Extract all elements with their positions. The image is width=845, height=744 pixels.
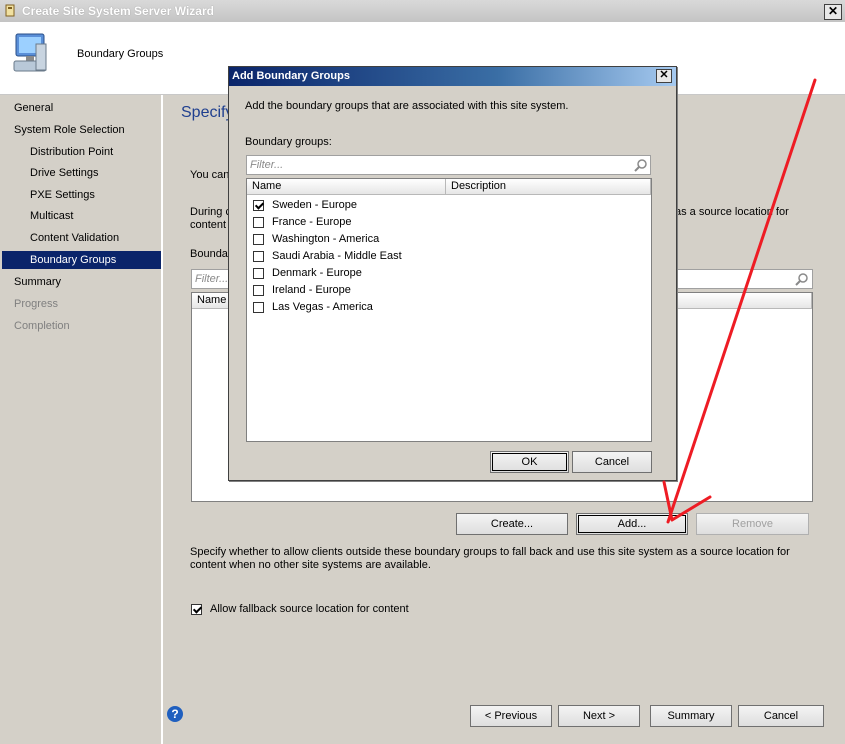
add-boundary-groups-dialog: Add Boundary Groups ✕ Add the boundary g… (228, 66, 677, 481)
list-item[interactable]: Saudi Arabia - Middle East (247, 248, 651, 265)
app-icon (4, 4, 16, 17)
allow-fallback-checkbox[interactable] (191, 604, 202, 615)
dialog-ok-button[interactable]: OK (490, 451, 569, 473)
row-name: Sweden - Europe (272, 199, 357, 211)
help-icon[interactable]: ? (167, 706, 183, 722)
list-item[interactable]: Las Vegas - America (247, 299, 651, 316)
add-button[interactable]: Add... (576, 513, 688, 535)
dialog-close-button[interactable]: ✕ (656, 69, 672, 83)
dialog-column-name[interactable]: Name (247, 179, 446, 195)
list-item[interactable]: Denmark - Europe (247, 265, 651, 282)
dialog-cancel-button[interactable]: Cancel (572, 451, 652, 473)
next-button[interactable]: Next > (558, 705, 640, 727)
dialog-search-icon (634, 158, 648, 172)
nav-item-summary[interactable]: Summary (14, 273, 61, 291)
dialog-filter-input[interactable]: Filter... (246, 155, 651, 175)
description-text-b: content (190, 219, 227, 231)
wizard-nav: General System Role Selection Distributi… (0, 95, 163, 744)
row-name: Saudi Arabia - Middle East (272, 250, 402, 262)
title-bar: Create Site System Server Wizard ✕ (0, 0, 845, 23)
row-checkbox[interactable] (253, 302, 264, 313)
create-button[interactable]: Create... (456, 513, 568, 535)
nav-item-drive-settings[interactable]: Drive Settings (30, 164, 98, 182)
nav-item-pxe-settings[interactable]: PXE Settings (30, 186, 95, 204)
row-name: Washington - America (272, 233, 380, 245)
nav-item-content-validation[interactable]: Content Validation (30, 229, 119, 247)
previous-button[interactable]: < Previous (470, 705, 552, 727)
row-name: Denmark - Europe (272, 267, 362, 279)
nav-item-multicast[interactable]: Multicast (30, 207, 73, 225)
nav-item-distribution-point[interactable]: Distribution Point (30, 143, 113, 161)
window-title: Create Site System Server Wizard (22, 4, 214, 18)
allow-fallback-label[interactable]: Allow fallback source location for conte… (210, 603, 409, 615)
search-icon (795, 272, 809, 286)
window-close-button[interactable]: ✕ (824, 4, 842, 20)
fallback-description: Specify whether to allow clients outside… (190, 546, 790, 571)
dialog-description: Add the boundary groups that are associa… (245, 100, 569, 112)
remove-button: Remove (696, 513, 809, 535)
intro-text: You can (190, 169, 230, 181)
header-page-label: Boundary Groups (77, 48, 164, 60)
dialog-column-description[interactable]: Description (446, 179, 651, 195)
row-checkbox[interactable] (253, 268, 264, 279)
description-text-right: as a source location for (675, 206, 789, 218)
dialog-boundary-list[interactable]: Name Description Sweden - Europe France … (246, 178, 652, 442)
list-item[interactable]: Ireland - Europe (247, 282, 651, 299)
row-name: France - Europe (272, 216, 352, 228)
nav-item-progress: Progress (14, 298, 59, 310)
dialog-title: Add Boundary Groups (232, 70, 350, 82)
description-text-a: During c (190, 206, 231, 218)
nav-item-general[interactable]: General (14, 99, 53, 117)
row-checkbox[interactable] (253, 200, 264, 211)
nav-item-boundary-groups[interactable]: Boundary Groups (2, 251, 161, 269)
list-item[interactable]: Washington - America (247, 231, 651, 248)
dialog-list-label: Boundary groups: (245, 136, 332, 148)
row-checkbox[interactable] (253, 285, 264, 296)
nav-item-system-role-selection[interactable]: System Role Selection (14, 121, 125, 139)
row-name: Ireland - Europe (272, 284, 351, 296)
row-checkbox[interactable] (253, 251, 264, 262)
list-item[interactable]: France - Europe (247, 214, 651, 231)
page-title: Specify (181, 104, 234, 121)
nav-item-completion: Completion (14, 320, 70, 332)
list-item[interactable]: Sweden - Europe (247, 197, 651, 214)
row-checkbox[interactable] (253, 217, 264, 228)
row-name: Las Vegas - America (272, 301, 373, 313)
summary-button[interactable]: Summary (650, 705, 732, 727)
computer-icon (10, 30, 50, 80)
row-checkbox[interactable] (253, 234, 264, 245)
boundary-list-label: Bounda (190, 248, 228, 260)
cancel-button[interactable]: Cancel (738, 705, 824, 727)
dialog-title-bar: Add Boundary Groups ✕ (229, 67, 676, 86)
